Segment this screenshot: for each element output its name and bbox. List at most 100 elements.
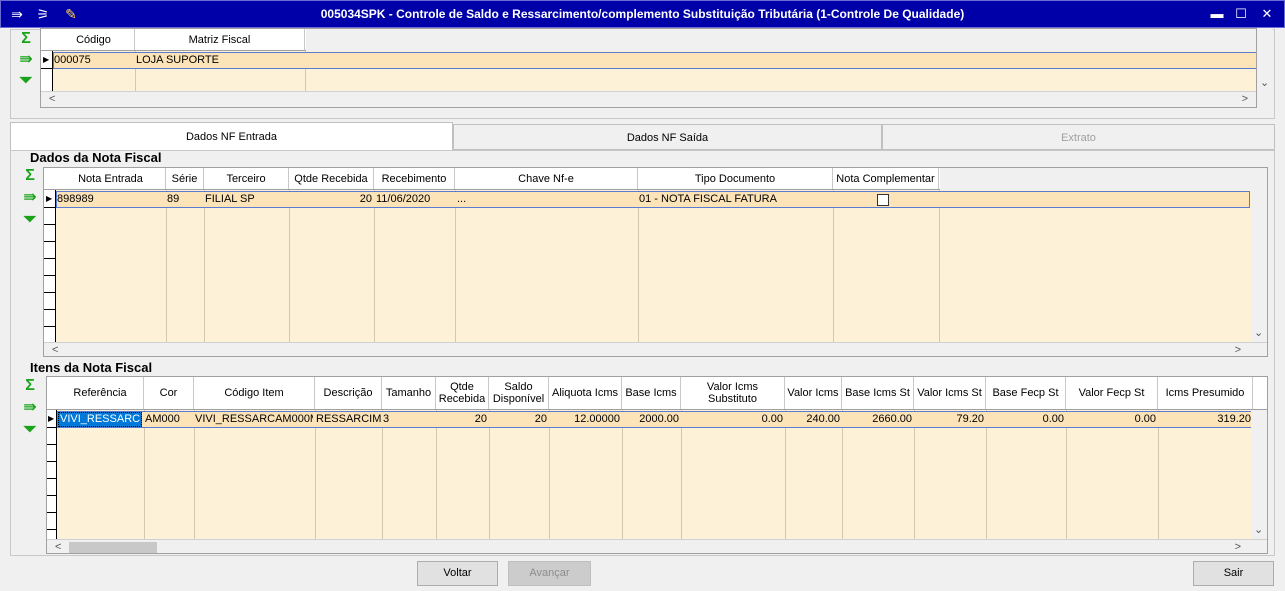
- export-icon[interactable]: ⇛: [9, 6, 25, 22]
- voltar-button[interactable]: Voltar: [417, 561, 498, 586]
- top-grid: Código Matriz Fiscal ▶ 000075 LOJA SUPOR…: [40, 28, 1257, 108]
- table-row[interactable]: 898989 89 FILIAL SP 20 11/06/2020 ... 01…: [56, 191, 1250, 208]
- cell-base-icms-st: 2660.00: [872, 413, 912, 425]
- tab-dados-nf-saida[interactable]: Dados NF Saída: [453, 124, 882, 150]
- header-valor-icms[interactable]: Valor Icms: [785, 377, 842, 409]
- cell-matriz: LOJA SUPORTE: [136, 54, 219, 66]
- download-icon[interactable]: ⏷: [17, 72, 35, 90]
- cell-tamanho: 3: [383, 413, 390, 425]
- header-qtde-recebida[interactable]: Qtde Recebida: [289, 168, 374, 189]
- header-matriz-fiscal[interactable]: Matriz Fiscal: [135, 29, 305, 50]
- header-chave-nfe[interactable]: Chave Nf-e: [455, 168, 638, 189]
- header-tipo-documento[interactable]: Tipo Documento: [638, 168, 833, 189]
- row-selector[interactable]: ▶: [44, 190, 56, 342]
- itens-grid: Referência Cor Código Item Descrição Tam…: [46, 376, 1268, 554]
- horizontal-scrollbar[interactable]: < >: [47, 539, 1267, 553]
- scroll-down-icon[interactable]: ⌄: [1254, 523, 1263, 536]
- scroll-right-icon[interactable]: >: [1235, 541, 1241, 553]
- scroll-thumb[interactable]: [69, 542, 157, 553]
- header-valor-fecp-st[interactable]: Valor Fecp St: [1066, 377, 1158, 409]
- row-pointer-icon: ▶: [43, 55, 50, 64]
- header-descricao[interactable]: Descrição: [315, 377, 382, 409]
- vertical-scrollbar[interactable]: ⌄: [1251, 410, 1267, 539]
- row-selector[interactable]: ▶: [47, 410, 57, 539]
- header-codigo[interactable]: Código: [53, 29, 135, 50]
- cell-nota-entrada: 898989: [57, 193, 94, 205]
- header-tamanho[interactable]: Tamanho: [382, 377, 436, 409]
- minimize-button[interactable]: ▬: [1209, 6, 1225, 22]
- cell-aliquota-icms: 12.00000: [574, 413, 620, 425]
- cell-chave-nfe: ...: [457, 193, 467, 205]
- avancar-button: Avançar: [508, 561, 591, 586]
- header-aliquota-icms[interactable]: Aliquota Icms: [549, 377, 622, 409]
- section-title-nota-fiscal: Dados da Nota Fiscal: [30, 150, 162, 165]
- horizontal-scrollbar[interactable]: < >: [41, 91, 1256, 107]
- tab-extrato: Extrato: [882, 124, 1275, 150]
- vertical-scrollbar[interactable]: ⌄: [1251, 190, 1267, 342]
- header-terceiro[interactable]: Terceiro: [204, 168, 289, 189]
- sum-icon[interactable]: Σ: [21, 167, 39, 185]
- sair-button[interactable]: Sair: [1193, 561, 1274, 586]
- header-codigo-item[interactable]: Código Item: [194, 377, 315, 409]
- cell-terceiro: FILIAL SP: [205, 193, 255, 205]
- header-base-icms-st[interactable]: Base Icms St: [842, 377, 914, 409]
- header-serie[interactable]: Série: [166, 168, 204, 189]
- cell-base-icms: 2000.00: [639, 413, 679, 425]
- top-grid-header: Código Matriz Fiscal: [41, 29, 306, 51]
- nota-fiscal-grid-header: Nota Entrada Série Terceiro Qtde Recebid…: [44, 168, 940, 190]
- cell-qtde-recebida: 20: [474, 413, 487, 425]
- cell-icms-presumido: 319.20: [1217, 413, 1251, 425]
- sum-icon[interactable]: Σ: [17, 30, 35, 48]
- header-nota-complementar[interactable]: Nota Complementar: [833, 168, 939, 189]
- header-base-fecp-st[interactable]: Base Fecp St: [986, 377, 1066, 409]
- header-referencia[interactable]: Referência: [57, 377, 144, 409]
- tab-dados-nf-entrada[interactable]: Dados NF Entrada: [10, 122, 453, 150]
- cell-descricao: RESSARCIME: [316, 413, 382, 425]
- export-icon[interactable]: ⇛: [21, 399, 39, 417]
- nota-complementar-checkbox[interactable]: [877, 194, 889, 206]
- header-valor-icms-st[interactable]: Valor Icms St: [914, 377, 986, 409]
- header-saldo-disponivel[interactable]: Saldo Disponível: [489, 377, 549, 409]
- traffic-light-icon[interactable]: ⚞: [35, 6, 51, 22]
- row-selector[interactable]: ▶: [41, 51, 53, 91]
- title-bar: ⇛ ⚞ ✎ 005034SPK - Controle de Saldo e Re…: [0, 0, 1285, 28]
- row-pointer-icon: ▶: [48, 414, 55, 423]
- maximize-button[interactable]: ☐: [1233, 6, 1249, 22]
- header-cor[interactable]: Cor: [144, 377, 194, 409]
- download-icon[interactable]: ⏷: [21, 421, 39, 439]
- header-valor-icms-substituto[interactable]: Valor Icms Substituto: [681, 377, 785, 409]
- wrench-icon[interactable]: ✎: [63, 6, 79, 22]
- cell-valor-fecp-st: 0.00: [1134, 413, 1156, 425]
- itens-grid-header: Referência Cor Código Item Descrição Tam…: [47, 377, 1267, 410]
- cell-valor-icms-substituto: 0.00: [761, 413, 783, 425]
- export-icon[interactable]: ⇛: [21, 189, 39, 207]
- header-nota-entrada[interactable]: Nota Entrada: [56, 168, 166, 189]
- header-qtde-recebida[interactable]: Qtde Recebida: [436, 377, 489, 409]
- cell-referencia[interactable]: VIVI_RESSARC: [58, 412, 142, 427]
- horizontal-scrollbar[interactable]: < >: [44, 342, 1267, 356]
- cell-tipo-documento: 01 - NOTA FISCAL FATURA: [639, 193, 777, 205]
- header-icms-presumido[interactable]: Icms Presumido: [1158, 377, 1253, 409]
- scroll-left-icon[interactable]: <: [49, 93, 55, 105]
- scroll-right-icon[interactable]: >: [1235, 344, 1241, 356]
- download-icon[interactable]: ⏷: [21, 211, 39, 229]
- scroll-down-icon[interactable]: ⌄: [1260, 76, 1269, 89]
- scroll-left-icon[interactable]: <: [52, 344, 58, 356]
- header-recebimento[interactable]: Recebimento: [374, 168, 455, 189]
- sum-icon[interactable]: Σ: [21, 377, 39, 395]
- section-title-itens: Itens da Nota Fiscal: [30, 360, 153, 375]
- table-row[interactable]: VIVI_RESSARC AM000 VIVI_RESSARCAM000M RE…: [57, 411, 1253, 428]
- scroll-left-icon[interactable]: <: [55, 541, 61, 553]
- close-button[interactable]: ✕: [1259, 6, 1275, 22]
- cell-recebimento: 11/06/2020: [376, 193, 431, 205]
- cell-codigo: 000075: [54, 54, 91, 66]
- cell-cor: AM000: [145, 413, 180, 425]
- bottom-bar: [0, 556, 1285, 591]
- scroll-down-icon[interactable]: ⌄: [1254, 326, 1263, 339]
- table-row[interactable]: 000075 LOJA SUPORTE: [53, 52, 1256, 69]
- header-base-icms[interactable]: Base Icms: [622, 377, 681, 409]
- vertical-scrollbar[interactable]: ⌄: [1257, 28, 1273, 90]
- scroll-right-icon[interactable]: >: [1242, 93, 1248, 105]
- cell-valor-icms: 240.00: [806, 413, 840, 425]
- export-icon[interactable]: ⇛: [17, 51, 35, 69]
